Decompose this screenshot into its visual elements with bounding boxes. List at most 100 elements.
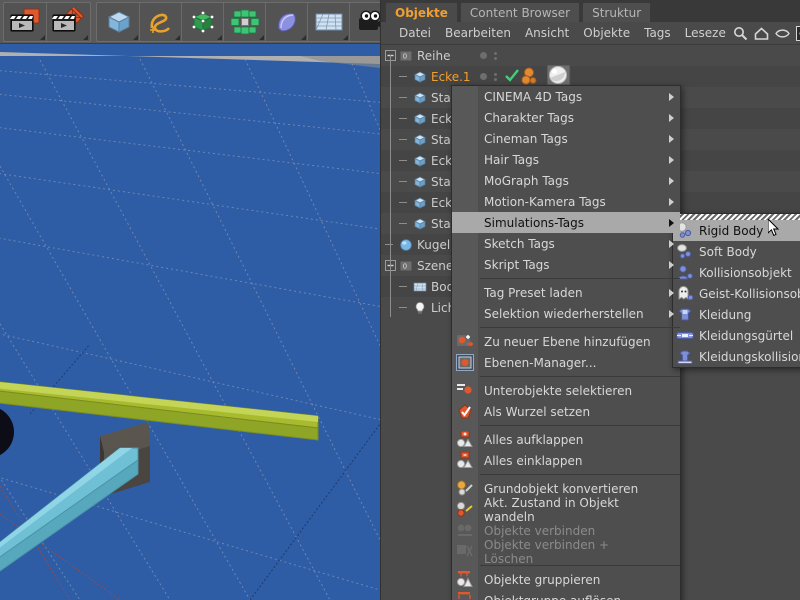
context-menu-item[interactable]: Unterobjekte selektieren — [452, 380, 680, 401]
floor-icon — [315, 13, 342, 30]
context-menu-item[interactable]: Sketch Tags — [452, 233, 680, 254]
material-cluster-icon[interactable] — [521, 67, 547, 85]
submenu-item[interactable]: Soft Body — [673, 241, 800, 262]
cube-icon — [107, 10, 130, 33]
cube-button[interactable] — [98, 2, 140, 41]
cube-icon — [414, 176, 426, 188]
menu-objekte[interactable]: Objekte — [576, 22, 637, 45]
context-menu-item[interactable]: Charakter Tags — [452, 107, 680, 128]
floor-icon — [413, 282, 427, 291]
tab-struktur[interactable]: Struktur — [582, 2, 652, 22]
context-menu-item[interactable]: Akt. Zustand in Objekt wandeln — [452, 496, 680, 524]
context-menu[interactable]: CINEMA 4D Tags Charakter Tags Cineman Tags… — [451, 85, 681, 600]
tree-branch-line — [399, 218, 410, 229]
eye-icon[interactable] — [775, 28, 790, 39]
context-menu-items: CINEMA 4D Tags Charakter Tags Cineman Tags… — [452, 86, 680, 600]
tree-row[interactable]: Ecke.1 — [381, 66, 800, 87]
context-menu-item[interactable]: Simulations-Tags — [452, 212, 680, 233]
search-icon[interactable] — [733, 26, 748, 41]
array-button[interactable] — [224, 2, 266, 41]
sphere-icon — [400, 238, 412, 251]
context-menu-item[interactable]: CINEMA 4D Tags — [452, 86, 680, 107]
tree-branch-line — [399, 134, 410, 145]
add-icon[interactable] — [795, 25, 800, 41]
context-menu-item[interactable]: Zu neuer Ebene hinzufügen — [452, 331, 680, 352]
context-menu-item-label: Sketch Tags — [484, 236, 555, 251]
tab-objekte[interactable]: Objekte — [385, 2, 458, 22]
menu-separator — [480, 425, 680, 426]
submenu-item[interactable]: Kleidungsgürtel — [673, 325, 800, 346]
chevron-right-icon — [669, 240, 674, 248]
visibility-dot-render[interactable] — [494, 51, 497, 60]
chevron-right-icon — [669, 114, 674, 122]
submenu-item-label: Kleidungskollision — [699, 349, 800, 364]
context-menu-item[interactable]: Selektion wiederherstellen — [452, 303, 680, 324]
visibility-dot-editor[interactable] — [480, 73, 487, 80]
context-menu-item[interactable]: MoGraph Tags — [452, 170, 680, 191]
submenu-item-label: Rigid Body — [699, 223, 764, 238]
context-menu-item-label: Alles aufklappen — [484, 432, 584, 447]
menu-bearbeiten[interactable]: Bearbeiten — [438, 22, 518, 45]
tree-branch-line — [399, 92, 410, 103]
cube-icon — [414, 197, 426, 209]
spline-button[interactable] — [140, 2, 182, 41]
submenu-item[interactable]: Kleidungskollision — [673, 346, 800, 367]
context-menu-item[interactable]: Motion-Kamera Tags — [452, 191, 680, 212]
panel-menubar: Datei Bearbeiten Ansicht Objekte Tags Le… — [381, 22, 800, 45]
light-bulb-icon — [415, 301, 425, 314]
main-toolbar — [0, 0, 436, 44]
chevron-right-icon — [669, 289, 674, 297]
tree-row[interactable]: 0 Reihe — [381, 45, 800, 66]
ungroup-icon — [458, 592, 471, 599]
context-menu-item-label: Grundobjekt konvertieren — [484, 481, 639, 496]
submenu-item[interactable]: Geist-Kollisionsobj — [673, 283, 800, 304]
context-menu-item-label: Motion-Kamera Tags — [484, 194, 606, 209]
nurbs-button[interactable] — [182, 2, 224, 41]
submenu-item[interactable]: Kleidung — [673, 304, 800, 325]
null-object-icon: 0 — [399, 260, 413, 271]
check-mark-icon[interactable] — [505, 69, 520, 83]
submenu-item[interactable]: Rigid Body — [673, 220, 800, 241]
context-menu-item[interactable]: Skript Tags — [452, 254, 680, 275]
tree-branch-line — [399, 197, 410, 208]
submenu-item-label: Geist-Kollisionsobj — [699, 286, 800, 301]
context-menu-item-label: Skript Tags — [484, 257, 550, 272]
context-menu-item[interactable]: Hair Tags — [452, 149, 680, 170]
submenu-items: Rigid Body Soft Body Kollisionsobjekt Ge… — [673, 220, 800, 367]
context-menu-item[interactable]: Objekte gruppieren — [452, 569, 680, 590]
connect-icon — [457, 524, 472, 536]
menu-tags[interactable]: Tags — [637, 22, 678, 45]
submenu-item-label: Soft Body — [699, 244, 757, 259]
simulations-tags-submenu[interactable]: Rigid Body Soft Body Kollisionsobjekt Ge… — [672, 213, 800, 368]
render-settings-button[interactable] — [47, 3, 89, 41]
context-menu-item-label: Hair Tags — [484, 152, 540, 167]
context-menu-item[interactable]: Alles einklappen — [452, 450, 680, 471]
context-menu-item[interactable]: Ebenen-Manager... — [452, 352, 680, 373]
panel-menu-icons — [733, 25, 800, 41]
deformer-button[interactable] — [266, 2, 308, 41]
menu-ansicht[interactable]: Ansicht — [518, 22, 576, 45]
context-menu-item[interactable]: Cineman Tags — [452, 128, 680, 149]
context-menu-item[interactable]: Alles aufklappen — [452, 429, 680, 450]
cube-icon — [414, 113, 426, 125]
submenu-item[interactable]: Kollisionsobjekt — [673, 262, 800, 283]
menu-leseze[interactable]: Leseze — [678, 22, 733, 45]
tab-content-browser[interactable]: Content Browser — [459, 2, 581, 22]
context-menu-item[interactable]: Tag Preset laden — [452, 282, 680, 303]
3d-viewport[interactable] — [0, 44, 380, 600]
home-icon[interactable] — [754, 26, 769, 41]
material-sphere-tag-icon[interactable] — [547, 65, 571, 86]
context-menu-item-label: Charakter Tags — [484, 110, 574, 125]
cube-icon — [414, 92, 426, 104]
tree-row-content: Ecke.1 — [399, 66, 471, 87]
menu-datei[interactable]: Datei — [392, 22, 438, 45]
visibility-dot-editor[interactable] — [480, 52, 487, 59]
svg-text:0: 0 — [403, 263, 407, 270]
floor-button[interactable] — [308, 2, 350, 41]
render-view-button[interactable] — [5, 2, 47, 41]
context-menu-item[interactable]: Objektgruppe auflösen — [452, 590, 680, 600]
chevron-right-icon — [669, 310, 674, 318]
context-menu-item[interactable]: Als Wurzel setzen — [452, 401, 680, 422]
connect-delete-icon — [457, 545, 473, 557]
visibility-dot-render[interactable] — [494, 72, 497, 81]
